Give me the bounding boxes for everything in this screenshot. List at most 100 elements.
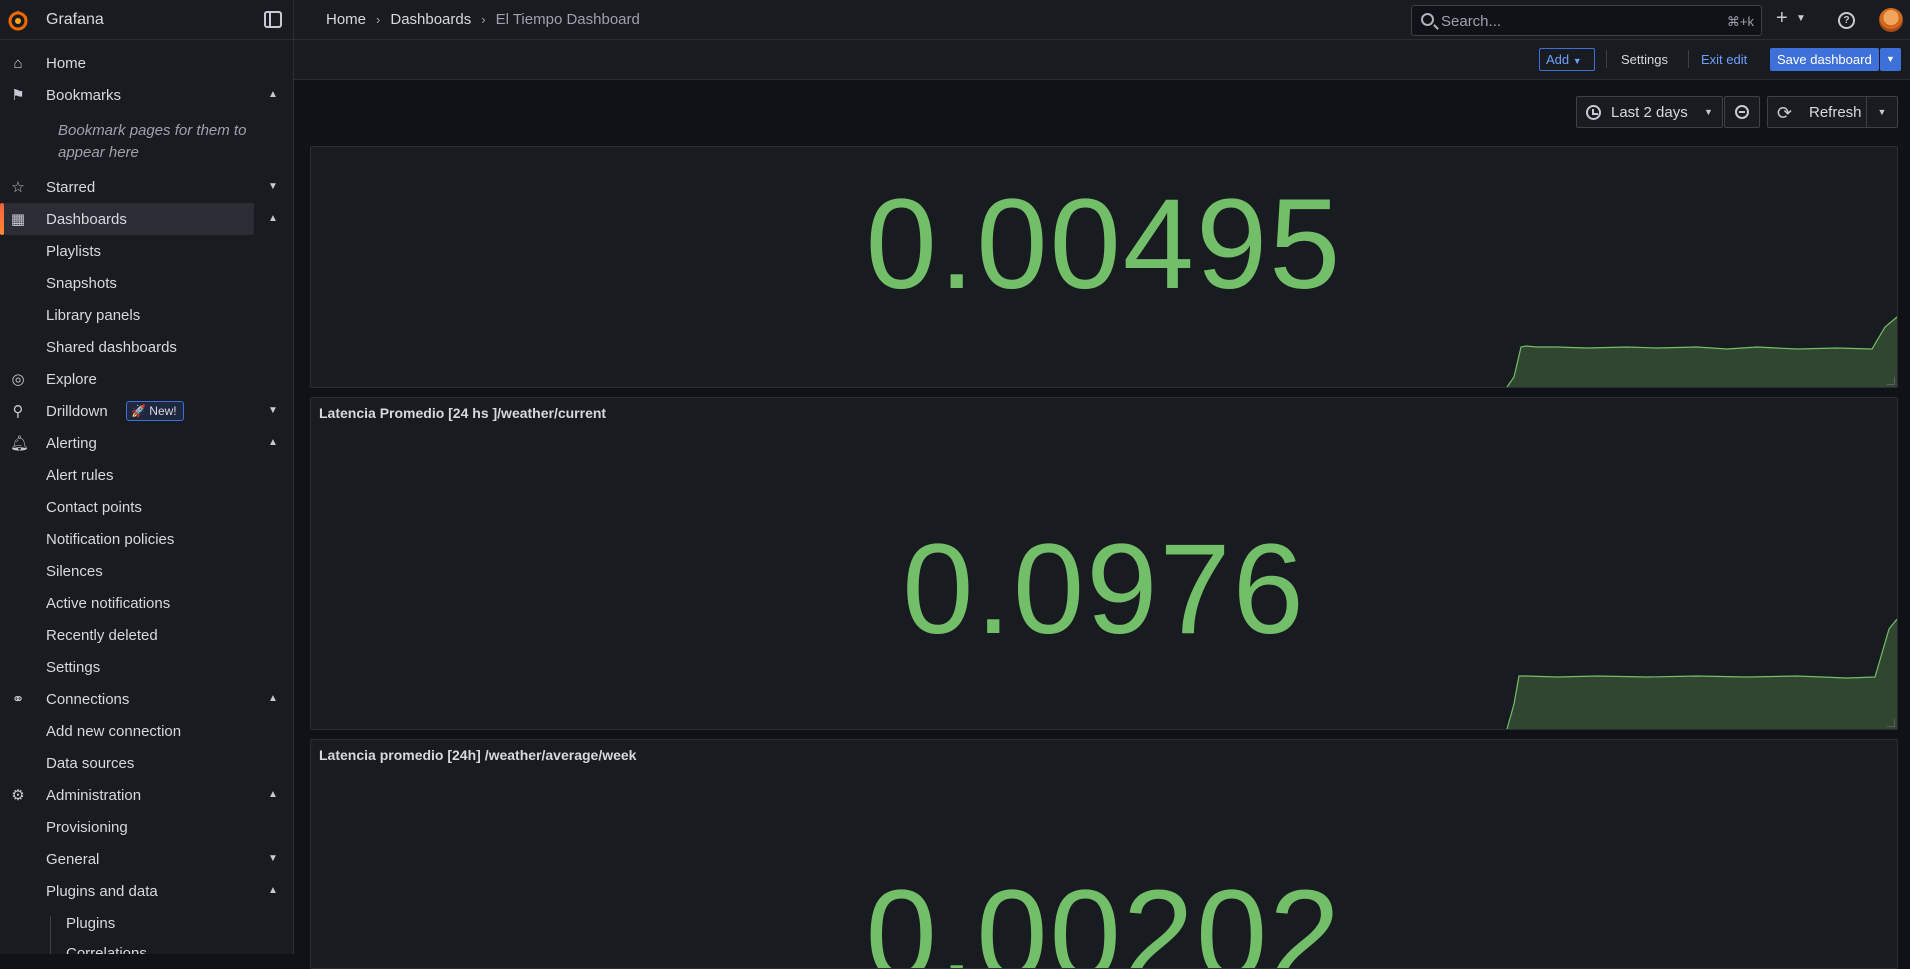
sidebar-item-provisioning[interactable]: Provisioning [0,811,293,843]
new-plus-icon[interactable]: + [1776,8,1788,28]
sidebar-item-silences[interactable]: Silences [0,555,293,587]
add-button-label: Add [1546,52,1570,67]
sidebar-item-contact-points[interactable]: Contact points [0,491,293,523]
chevron-up-icon[interactable]: ▲ [268,885,278,896]
sidebar-item-dashboards[interactable]: ▦ Dashboards ▲ [0,203,293,235]
sidebar-item-drilldown[interactable]: ⚲ Drilldown 🚀 New! ▼ [0,395,293,427]
refresh-icon: ⟳ [1777,103,1793,123]
breadcrumb: Home › Dashboards › El Tiempo Dashboard [326,11,640,28]
bookmark-icon: ⚑ [11,87,25,104]
sidebar-item-label: Shared dashboards [46,338,177,356]
new-badge: 🚀 New! [126,401,184,421]
toolbar-divider [1688,50,1689,68]
sidebar-item-data-sources[interactable]: Data sources [0,747,293,779]
sidebar-item-plugins[interactable]: Plugins [0,907,293,939]
sidebar-item-administration[interactable]: ⚙ Administration ▲ [0,779,293,811]
sidebar-item-label: Administration [46,786,142,804]
sidebar-item-label: Alert rules [46,466,114,484]
grafana-logo-icon[interactable] [6,8,30,32]
breadcrumb-home[interactable]: Home [326,11,366,28]
sidebar-item-plugins-and-data[interactable]: Plugins and data ▲ [0,875,293,907]
home-icon: ⌂ [13,55,23,72]
sidebar-item-playlists[interactable]: Playlists [0,235,293,267]
zoom-out-icon [1735,105,1749,119]
sidebar-item-add-new-connection[interactable]: Add new connection [0,715,293,747]
bell-icon: 🔔︎ [10,435,30,452]
sidebar-item-bookmarks[interactable]: ⚑ Bookmarks ▲ [0,79,293,111]
sidebar-item-label: Data sources [46,754,135,772]
chevron-up-icon[interactable]: ▲ [268,693,278,704]
chevron-right-icon: › [376,12,381,27]
sidebar-item-label: Plugins and data [46,882,158,900]
chevron-down-icon: ▼ [1704,107,1713,117]
chevron-down-icon[interactable]: ▼ [268,181,278,192]
sidebar-item-label: Playlists [46,242,102,260]
sidebar-item-library-panels[interactable]: Library panels [0,299,293,331]
chevron-down-icon[interactable]: ▼ [1880,48,1901,71]
sidebar-item-shared-dashboards[interactable]: Shared dashboards [0,331,293,363]
refresh-label: Refresh [1809,104,1862,121]
sparkline [1506,618,1897,729]
settings-button[interactable]: Settings [1621,52,1668,67]
sidebar-item-notification-policies[interactable]: Notification policies [0,523,293,555]
exit-edit-button[interactable]: Exit edit [1701,52,1747,67]
dock-menu-icon[interactable] [264,11,282,28]
sidebar-item-alerting-settings[interactable]: Settings [0,651,293,683]
chevron-down-icon: ▼ [1572,56,1582,66]
sidebar-item-label: Explore [46,370,97,388]
chevron-down-icon[interactable]: ▼ [1796,13,1806,24]
sidebar-item-explore[interactable]: ◎ Explore [0,363,293,395]
sidebar-item-label: Provisioning [46,818,128,836]
chevron-down-icon[interactable]: ▼ [268,853,278,864]
panel-title: Latencia promedio [24h] /weather/average… [319,747,637,763]
refresh-interval-dropdown[interactable]: ▼ [1866,96,1898,128]
chevron-up-icon[interactable]: ▲ [268,89,278,100]
active-indicator [0,203,4,235]
sidebar-item-label: Starred [46,178,96,196]
time-range-value: Last 2 days [1611,104,1688,121]
chevron-up-icon[interactable]: ▲ [268,213,278,224]
sidebar-item-recently-deleted[interactable]: Recently deleted [0,619,293,651]
sidebar-item-label: Add new connection [46,722,182,740]
sidebar-item-label: Connections [46,690,130,708]
panel-title: Latencia Promedio [24 hs ]/weather/curre… [319,405,607,421]
zoom-out-button[interactable] [1724,96,1760,128]
resize-handle[interactable] [1887,377,1895,385]
toolbar-divider [1606,50,1607,68]
sidebar-item-starred[interactable]: ☆ Starred ▼ [0,171,293,203]
time-range-picker[interactable]: Last 2 days ▼ [1576,96,1723,128]
sidebar-item-label: Silences [46,562,103,580]
sidebar: ⌂ Home ⚑ Bookmarks ▲ Bookmark pages for … [0,40,293,954]
sidebar-item-alert-rules[interactable]: Alert rules [0,459,293,491]
avatar[interactable] [1879,8,1903,32]
stat-value: 0.00202 [865,864,1343,969]
breadcrumb-dashboards[interactable]: Dashboards [390,11,471,28]
chevron-up-icon[interactable]: ▲ [268,789,278,800]
sidebar-item-home[interactable]: ⌂ Home [0,47,293,79]
breadcrumb-current: El Tiempo Dashboard [495,11,640,28]
add-button[interactable]: Add ▼ [1539,48,1595,71]
sidebar-item-snapshots[interactable]: Snapshots [0,267,293,299]
sidebar-item-label: Contact points [46,498,142,516]
chevron-down-icon[interactable]: ▼ [268,405,278,416]
help-icon[interactable]: ? [1838,12,1855,29]
stat-panel[interactable]: 0.00495 [310,146,1898,388]
stat-panel[interactable]: Latencia promedio [24h] /weather/average… [310,739,1898,969]
search-shortcut: ⌘+k [1726,14,1754,29]
sidebar-item-alerting[interactable]: 🔔︎ Alerting ▲ [0,427,293,459]
resize-handle[interactable] [1887,719,1895,727]
sidebar-item-active-notifications[interactable]: Active notifications [0,587,293,619]
sidebar-item-correlations[interactable]: Correlations [0,937,293,955]
chevron-up-icon[interactable]: ▲ [268,437,278,448]
search-placeholder: Search... [1441,13,1502,30]
save-dashboard-button[interactable]: Save dashboard [1770,48,1879,71]
sidebar-item-label: Home [46,54,87,72]
app-name: Grafana [46,11,104,28]
new-badge-label: New! [149,404,177,418]
stat-panel[interactable]: Latencia Promedio [24 hs ]/weather/curre… [310,397,1898,730]
sidebar-item-general[interactable]: General ▼ [0,843,293,875]
search-input[interactable]: Search... ⌘+k [1411,5,1762,36]
sidebar-item-label: Correlations [66,944,147,955]
sidebar-item-connections[interactable]: ⚭ Connections ▲ [0,683,293,715]
refresh-button[interactable]: ⟳ Refresh [1767,96,1867,128]
